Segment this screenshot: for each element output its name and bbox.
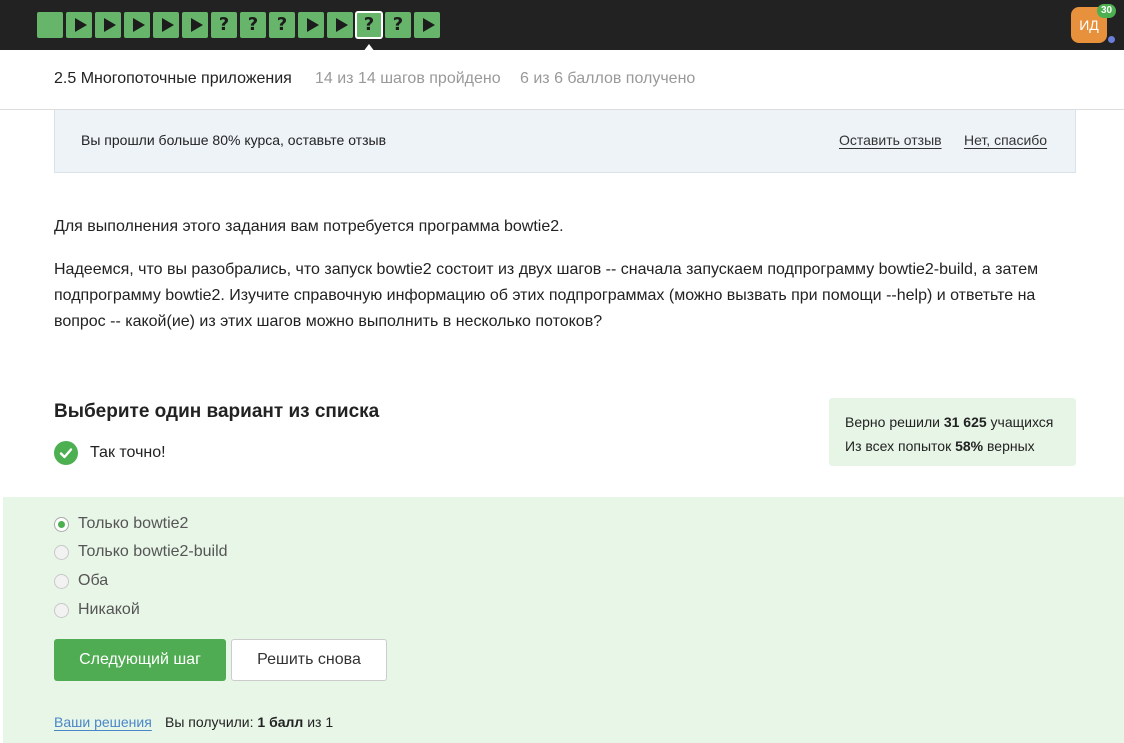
option-only-bowtie2-build[interactable]: Только bowtie2-build	[54, 543, 228, 561]
received-score: Вы получили: 1 балл из 1	[165, 714, 334, 730]
lesson-progress: 14 из 14 шагов пройдено	[315, 70, 501, 87]
result-status: Так точно!	[54, 441, 166, 465]
solve-again-button[interactable]: Решить снова	[231, 639, 387, 681]
stats-solved: Верно решили 31 625 учащихся	[845, 414, 1054, 430]
review-banner: Вы прошли больше 80% курса, оставьте отз…	[54, 110, 1076, 173]
play-icon	[74, 18, 87, 32]
radio-button[interactable]	[54, 544, 69, 560]
question-icon: ?	[363, 14, 375, 35]
step-1-text[interactable]	[37, 12, 63, 38]
question-icon: ?	[276, 14, 288, 35]
notification-badge: 30	[1097, 4, 1117, 18]
step-11-video[interactable]	[327, 12, 353, 38]
step-7-quiz[interactable]: ?	[211, 12, 237, 38]
option-label: Только bowtie2-build	[78, 543, 228, 560]
step-4-video[interactable]	[124, 12, 150, 38]
radio-button-selected[interactable]	[54, 516, 69, 532]
lesson-steps: ? ? ? ? ?	[37, 11, 440, 52]
answer-area	[3, 497, 1124, 743]
step-13-quiz[interactable]: ?	[385, 12, 411, 38]
question-icon: ?	[218, 14, 230, 35]
lesson-header: 2.5 Многопоточные приложения 14 из 14 ша…	[0, 50, 1124, 110]
no-thanks-link[interactable]: Нет, спасибо	[964, 132, 1047, 148]
option-both[interactable]: Оба	[54, 572, 108, 590]
step-2-video[interactable]	[66, 12, 92, 38]
radio-button[interactable]	[54, 602, 69, 618]
check-circle-icon	[54, 441, 78, 465]
step-9-quiz[interactable]: ?	[269, 12, 295, 38]
step-6-video[interactable]	[182, 12, 208, 38]
next-step-button[interactable]: Следующий шаг	[54, 639, 226, 681]
leave-review-link[interactable]: Оставить отзыв	[839, 132, 942, 148]
step-14-video[interactable]	[414, 12, 440, 38]
option-label: Только bowtie2	[78, 515, 189, 532]
task-paragraph-1: Для выполнения этого задания вам потребу…	[54, 218, 564, 235]
stats-attempts: Из всех попыток 58% верных	[845, 438, 1035, 454]
play-icon	[422, 18, 435, 32]
banner-text: Вы прошли больше 80% курса, оставьте отз…	[81, 132, 387, 148]
lesson-score: 6 из 6 баллов получено	[520, 70, 696, 87]
your-solutions-link[interactable]: Ваши решения	[54, 714, 152, 730]
quiz-stats: Верно решили 31 625 учащихся Из всех поп…	[829, 398, 1076, 466]
top-nav-bar: ? ? ? ? ? ИД 30	[0, 0, 1124, 52]
question-icon: ?	[247, 14, 259, 35]
result-text: Так точно!	[90, 444, 166, 461]
radio-button[interactable]	[54, 573, 69, 589]
option-none[interactable]: Никакой	[54, 601, 140, 619]
step-8-quiz[interactable]: ?	[240, 12, 266, 38]
step-5-video[interactable]	[153, 12, 179, 38]
step-12-quiz-current[interactable]: ?	[355, 11, 383, 52]
step-10-video[interactable]	[298, 12, 324, 38]
option-label: Оба	[78, 572, 109, 589]
quiz-title: Выберите один вариант из списка	[54, 401, 380, 422]
lesson-title[interactable]: 2.5 Многопоточные приложения	[54, 70, 292, 88]
task-paragraph-2: Надеемся, что вы разобрались, что запуск…	[54, 261, 1039, 330]
play-icon	[335, 18, 348, 32]
play-icon	[161, 18, 174, 32]
play-icon	[190, 18, 203, 32]
play-icon	[103, 18, 116, 32]
status-dot	[1108, 36, 1115, 43]
play-icon	[132, 18, 145, 32]
question-icon: ?	[392, 14, 404, 35]
step-3-video[interactable]	[95, 12, 121, 38]
option-label: Никакой	[78, 601, 140, 618]
play-icon	[306, 18, 319, 32]
option-only-bowtie2[interactable]: Только bowtie2	[54, 515, 188, 533]
